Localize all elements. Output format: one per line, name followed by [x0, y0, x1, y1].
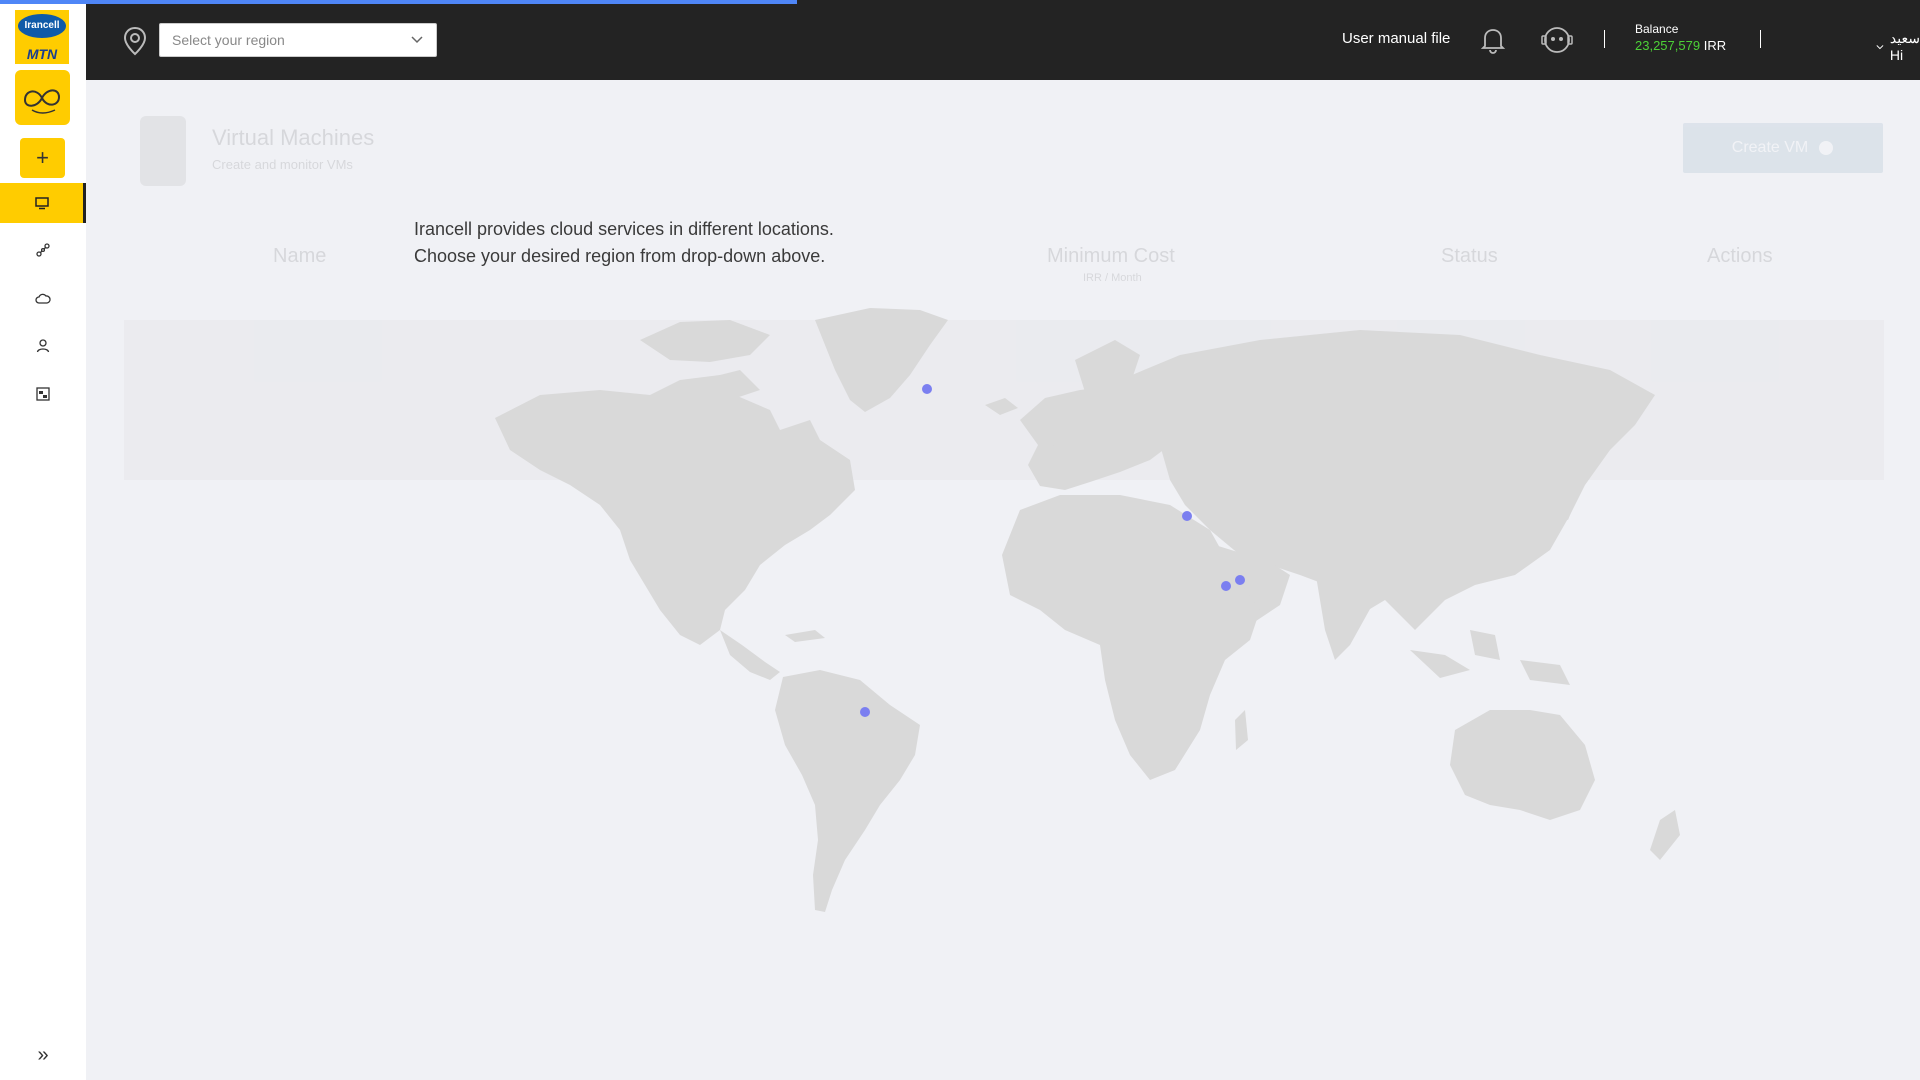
page-subtitle: Create and monitor VMs — [212, 157, 353, 172]
sidebar-item-images[interactable] — [0, 374, 86, 414]
cloud-icon — [35, 293, 51, 304]
region-marker-europe[interactable] — [1182, 511, 1192, 521]
chevron-down-icon — [411, 36, 423, 44]
column-header-actions: Actions — [1707, 245, 1773, 267]
help-icon — [1819, 141, 1834, 155]
column-header-min-cost: Minimum Cost — [1047, 245, 1175, 267]
bell-icon[interactable] — [1479, 25, 1507, 60]
topbar-divider — [1760, 30, 1761, 48]
top-progress-bar — [0, 0, 797, 4]
balance-amount: 23,257,579 — [1635, 38, 1701, 53]
region-info: Irancell provides cloud services in diff… — [414, 216, 834, 270]
sidebar-item-account[interactable] — [0, 326, 86, 366]
chevron-down-icon — [1876, 44, 1884, 49]
region-marker-iran-east[interactable] — [1235, 575, 1245, 585]
world-map — [480, 300, 1730, 925]
user-icon — [36, 339, 50, 353]
region-marker-greenland[interactable] — [922, 384, 932, 394]
support-icon[interactable] — [1539, 25, 1575, 60]
balance-currency: IRR — [1703, 38, 1727, 53]
region-info-line-2: Choose your desired region from drop-dow… — [414, 246, 826, 266]
balance: Balance 23,257,579 IRR — [1635, 22, 1726, 53]
world-map-land — [495, 308, 1680, 912]
region-marker-south-america[interactable] — [860, 707, 870, 717]
balance-label: Balance — [1635, 22, 1679, 36]
balance-value-row: 23,257,579 IRR — [1635, 38, 1726, 53]
irancell-logo: Irancell MTN — [15, 10, 69, 64]
sidebar-item-cloud[interactable] — [0, 279, 86, 319]
add-icon: + — [36, 145, 49, 170]
user-manual-link[interactable]: User manual file — [1342, 30, 1450, 47]
topbar: Select your region User manual file Bala… — [86, 0, 1920, 80]
column-header-min-cost-unit: IRR / Month — [1083, 272, 1142, 284]
topbar-divider — [1604, 30, 1605, 48]
logo-brand: Irancell — [18, 14, 66, 38]
server-icon — [140, 116, 186, 186]
user-greeting: سیدسعید Hi — [1889, 30, 1920, 63]
add-button[interactable]: + — [20, 138, 65, 178]
sidebar-collapse-button[interactable]: » — [28, 1040, 58, 1070]
page-title: Virtual Machines — [212, 125, 375, 150]
sidebar: Irancell MTN + » — [0, 0, 86, 1080]
sidebar-item-vms[interactable] — [0, 183, 86, 223]
region-select[interactable]: Select your region — [159, 23, 437, 57]
cloud-logo — [15, 70, 70, 125]
location-pin-icon — [122, 26, 148, 61]
network-icon — [36, 243, 50, 257]
region-marker-iran-west[interactable] — [1221, 581, 1231, 591]
sidebar-item-network[interactable] — [0, 230, 86, 270]
create-vm-label: Create VM — [1731, 139, 1809, 156]
column-header-status: Status — [1441, 245, 1498, 267]
user-menu[interactable]: سیدسعید Hi — [1876, 30, 1920, 63]
column-header-name: Name — [273, 245, 327, 267]
monitor-icon — [34, 197, 49, 210]
image-icon — [36, 387, 50, 401]
region-info-line-1: Irancell provides cloud services in diff… — [414, 219, 834, 239]
create-vm-button: Create VM — [1683, 123, 1883, 173]
logo-sub: MTN — [26, 46, 58, 62]
double-chevron-right-icon: » — [37, 1043, 49, 1066]
region-select-placeholder: Select your region — [172, 32, 285, 48]
